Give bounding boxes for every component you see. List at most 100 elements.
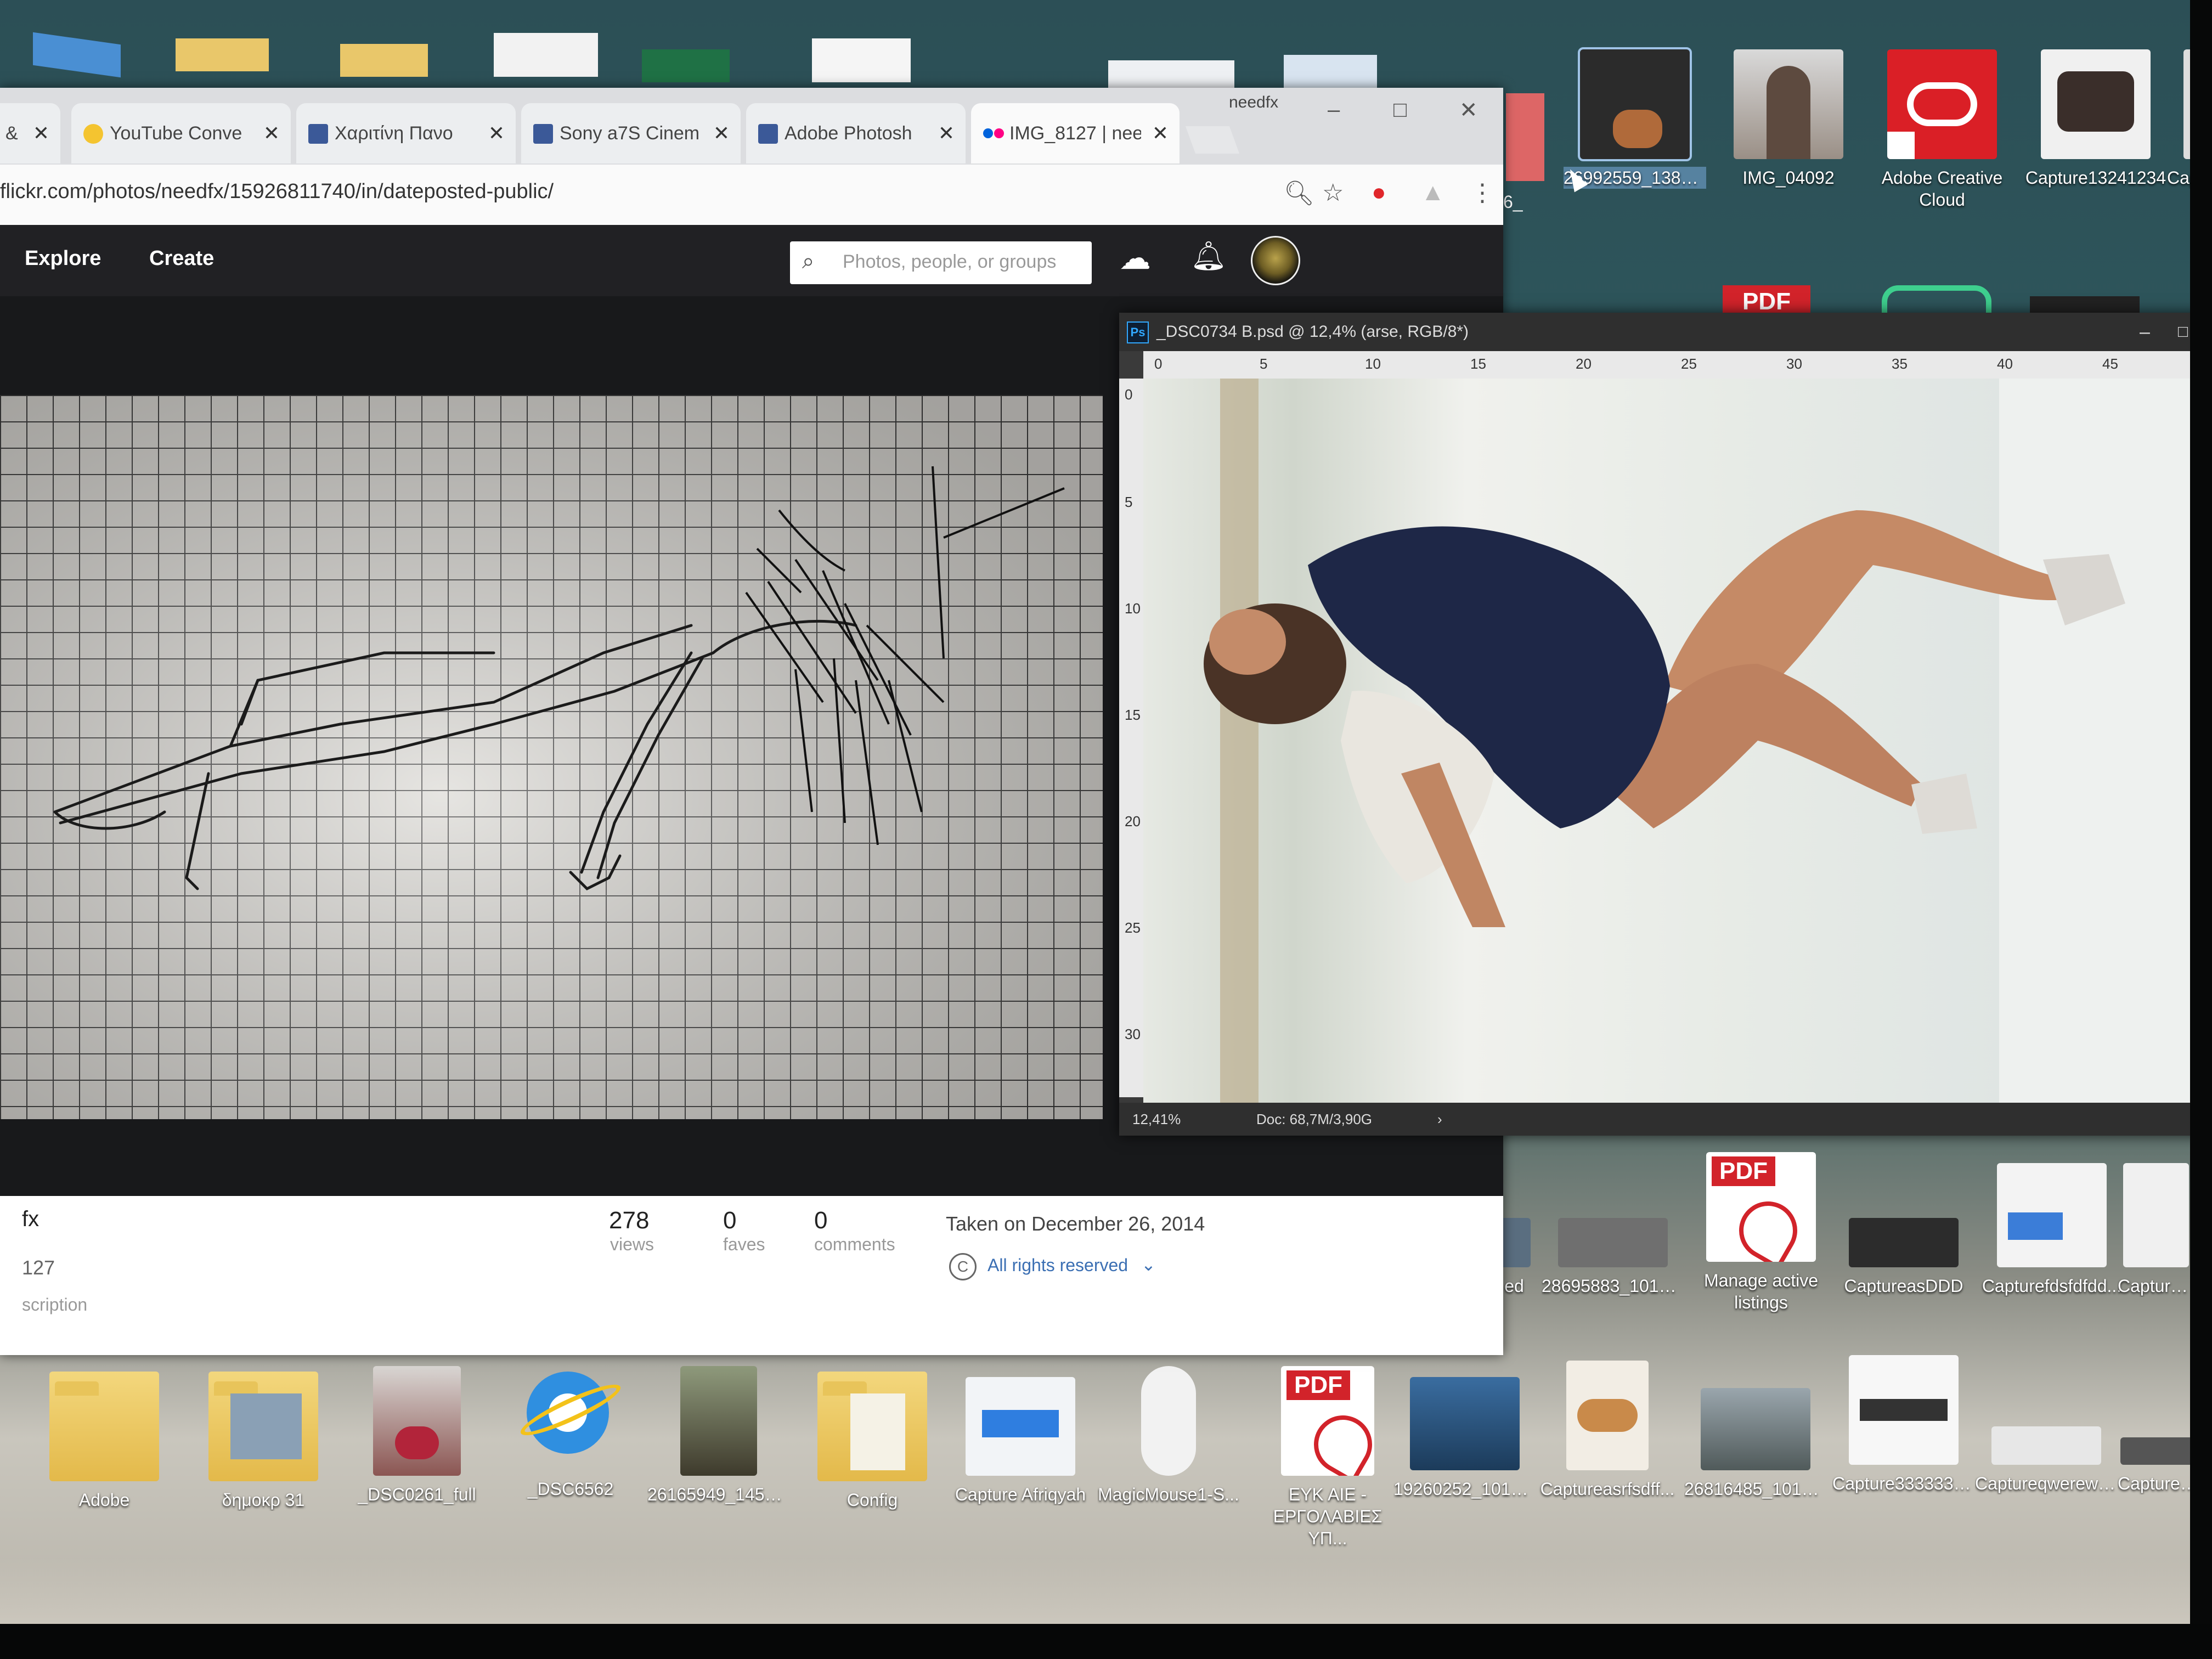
copyright-icon: C (949, 1253, 977, 1280)
bookmark-star-icon[interactable]: ☆ (1322, 179, 1344, 207)
flickr-icon (983, 124, 1004, 144)
close-tab-icon[interactable]: ✕ (263, 103, 280, 163)
desktop-icon-captureasrfsdff[interactable]: Captureasrfsdff... (1536, 1361, 1679, 1500)
ruler-tick: 30 (1786, 356, 1802, 372)
document-icon[interactable] (494, 33, 598, 77)
desktop-icon-28695883[interactable]: 28695883_10156... (1542, 1218, 1684, 1297)
desktop-icon-dimokr-31[interactable]: δημοκρ 31 (192, 1372, 335, 1511)
desktop-icon-manage-active-listings[interactable]: PDF Manage active listings (1695, 1152, 1827, 1313)
desktop-icon-label: 28695883_10156... (1542, 1276, 1684, 1296)
document-title: _DSC0734 B.psd @ 12,4% (arse, RGB/8*) (1156, 323, 1469, 341)
avatar[interactable] (1251, 236, 1300, 285)
document-icon[interactable] (1284, 55, 1377, 88)
url-input[interactable]: flickr.com/photos/needfx/15926811740/in/… (0, 180, 554, 204)
extension-icon[interactable]: ▲ (1421, 179, 1445, 206)
close-tab-icon[interactable]: ✕ (938, 103, 955, 163)
new-tab-button[interactable] (1185, 126, 1240, 154)
desktop-icon-26816485[interactable]: 26816485_10155... (1684, 1388, 1827, 1500)
desktop-icon-partial[interactable] (33, 32, 121, 78)
browser-tab[interactable]: YouTube Conve ✕ (71, 103, 291, 163)
folder-icon[interactable] (176, 38, 269, 71)
chevron-right-icon[interactable]: › (1437, 1103, 1442, 1136)
close-tab-icon[interactable]: ✕ (33, 103, 49, 163)
browser-tab[interactable]: Sony a7S Cinem ✕ (521, 103, 741, 163)
menu-dots-icon[interactable]: ⋮ (1470, 179, 1494, 207)
desktop-icon-captureasddd[interactable]: CaptureasDDD (1832, 1218, 1975, 1297)
faves-label: faves (723, 1234, 765, 1254)
photoshop-canvas[interactable] (1143, 379, 2212, 1103)
desktop-icon-capture13241234[interactable]: Capture13241234 (2024, 49, 2167, 189)
nav-create[interactable]: Create (149, 247, 214, 270)
horizontal-ruler: 0 5 10 15 20 25 30 35 40 45 (1143, 351, 2212, 379)
desktop-icon-partial[interactable] (1506, 93, 1544, 181)
folder-icon[interactable] (340, 44, 428, 77)
browser-tab[interactable]: Adobe Photosh ✕ (746, 103, 966, 163)
ruler-tick: 35 (1892, 356, 1908, 372)
excel-icon[interactable] (642, 49, 730, 82)
desktop-icon-label: Adobe (78, 1490, 130, 1510)
close-tab-icon[interactable]: ✕ (713, 103, 730, 163)
browser-tab[interactable]: Χαριτίνη Πανο ✕ (296, 103, 516, 163)
desktop-icon-label: MagicMouse1-S... (1098, 1485, 1239, 1504)
document-icon[interactable] (812, 38, 911, 82)
creative-cloud-icon (1887, 49, 1997, 159)
desktop-icon-dsc6562[interactable]: _DSC6562 (499, 1361, 642, 1500)
desktop-icon-captureqwerewere[interactable]: Captureqwerewere (1975, 1426, 2118, 1494)
search-input[interactable]: ⌕ Photos, people, or groups (790, 241, 1092, 284)
folder-icon (208, 1372, 318, 1481)
profile-label[interactable]: needfx (1229, 93, 1278, 112)
desktop-icon-19260252[interactable]: 19260252_10157... (1393, 1377, 1536, 1500)
image-thumbnail-icon (1849, 1355, 1959, 1465)
ruler-tick: 5 (1260, 356, 1268, 372)
rights-dropdown[interactable]: All rights reserved (988, 1255, 1128, 1276)
desktop-icon-26992559[interactable]: 26992559_13873... (1564, 47, 1706, 189)
browser-tab[interactable]: & ✕ (0, 103, 60, 163)
desktop-icon-img-04092[interactable]: IMG_04092 (1717, 49, 1860, 189)
desktop-icon-adobe[interactable]: Adobe (33, 1372, 176, 1511)
views-label: views (610, 1234, 654, 1254)
desktop: 26992559_13873... IMG_04092 Adobe Creati… (0, 0, 2212, 1635)
desktop-icon-capture-afriqyah[interactable]: Capture Afriqyah (949, 1377, 1092, 1505)
desktop-icon-label: IMG_04092 (1742, 168, 1835, 188)
desktop-icon-26165949[interactable]: 26165949_14552... (647, 1366, 790, 1505)
desktop-icon-magicmouse[interactable]: MagicMouse1-S... (1097, 1366, 1240, 1505)
close-tab-icon[interactable]: ✕ (488, 103, 505, 163)
doc-size[interactable]: Doc: 68,7M/3,90G (1256, 1103, 1372, 1136)
desktop-icon-label: δημοκρ 31 (222, 1490, 305, 1510)
nav-explore[interactable]: Explore (25, 247, 101, 270)
desktop-icon-adobe-creative-cloud[interactable]: Adobe Creative Cloud (1871, 49, 2013, 211)
monitor-bezel (0, 1624, 2212, 1659)
browser-tab-active[interactable]: IMG_8127 | nee ✕ (971, 103, 1180, 163)
zoom-icon[interactable]: 🔍︎ (1284, 179, 1314, 207)
youtube-converter-icon (83, 124, 103, 144)
desktop-icon-capture3333333[interactable]: Capture3333333... (1832, 1355, 1975, 1494)
upload-cloud-icon[interactable]: ☁ (1119, 239, 1151, 276)
desktop-icon-eyk-aie[interactable]: PDF ΕΥΚ ΑΙΕ - ΕΡΓΟΛΑΒΙΕΣ ΥΠ... (1256, 1366, 1399, 1549)
desktop-icon-label: Adobe Creative Cloud (1881, 168, 2003, 210)
opera-extension-icon[interactable]: ● (1372, 179, 1386, 206)
desktop-icon-captureasd[interactable]: Captureasd (2118, 1163, 2194, 1297)
zoom-level[interactable]: 12,41% (1132, 1103, 1181, 1136)
desktop-icon-label: Config (847, 1490, 898, 1510)
ruler-tick: 10 (1125, 600, 1141, 617)
close-window-icon[interactable]: ✕ (1459, 98, 1478, 123)
maximize-icon[interactable]: □ (2178, 313, 2188, 351)
image-thumbnail-icon (1997, 1163, 2107, 1267)
desktop-icon-capturefdsfdfdd[interactable]: Capturefdsfdfdd... (1980, 1163, 2123, 1297)
close-tab-icon[interactable]: ✕ (1152, 103, 1169, 163)
minimize-icon[interactable]: – (1328, 98, 1340, 122)
search-icon: ⌕ (802, 249, 815, 273)
chevron-down-icon[interactable]: ⌄ (1141, 1254, 1156, 1275)
ruler-tick: 20 (1576, 356, 1592, 372)
desktop-icon-capturefdsg[interactable]: Capturefdsg (2118, 1437, 2200, 1494)
image-thumbnail-icon (680, 1366, 757, 1476)
owner-name[interactable]: fx (22, 1207, 39, 1232)
minimize-icon[interactable]: – (2140, 313, 2150, 351)
desktop-icon-config[interactable]: Config (801, 1372, 944, 1511)
desktop-icon-dsc0261-full[interactable]: _DSC0261_full (346, 1366, 488, 1505)
desktop-icon-label: 26816485_10155... (1684, 1479, 1827, 1499)
description-placeholder[interactable]: scription (22, 1295, 87, 1315)
flickr-nav: Explore Create ⌕ Photos, people, or grou… (0, 225, 1503, 296)
notification-bell-icon[interactable]: 🔔︎ (1190, 239, 1227, 273)
maximize-icon[interactable]: □ (1393, 98, 1407, 122)
